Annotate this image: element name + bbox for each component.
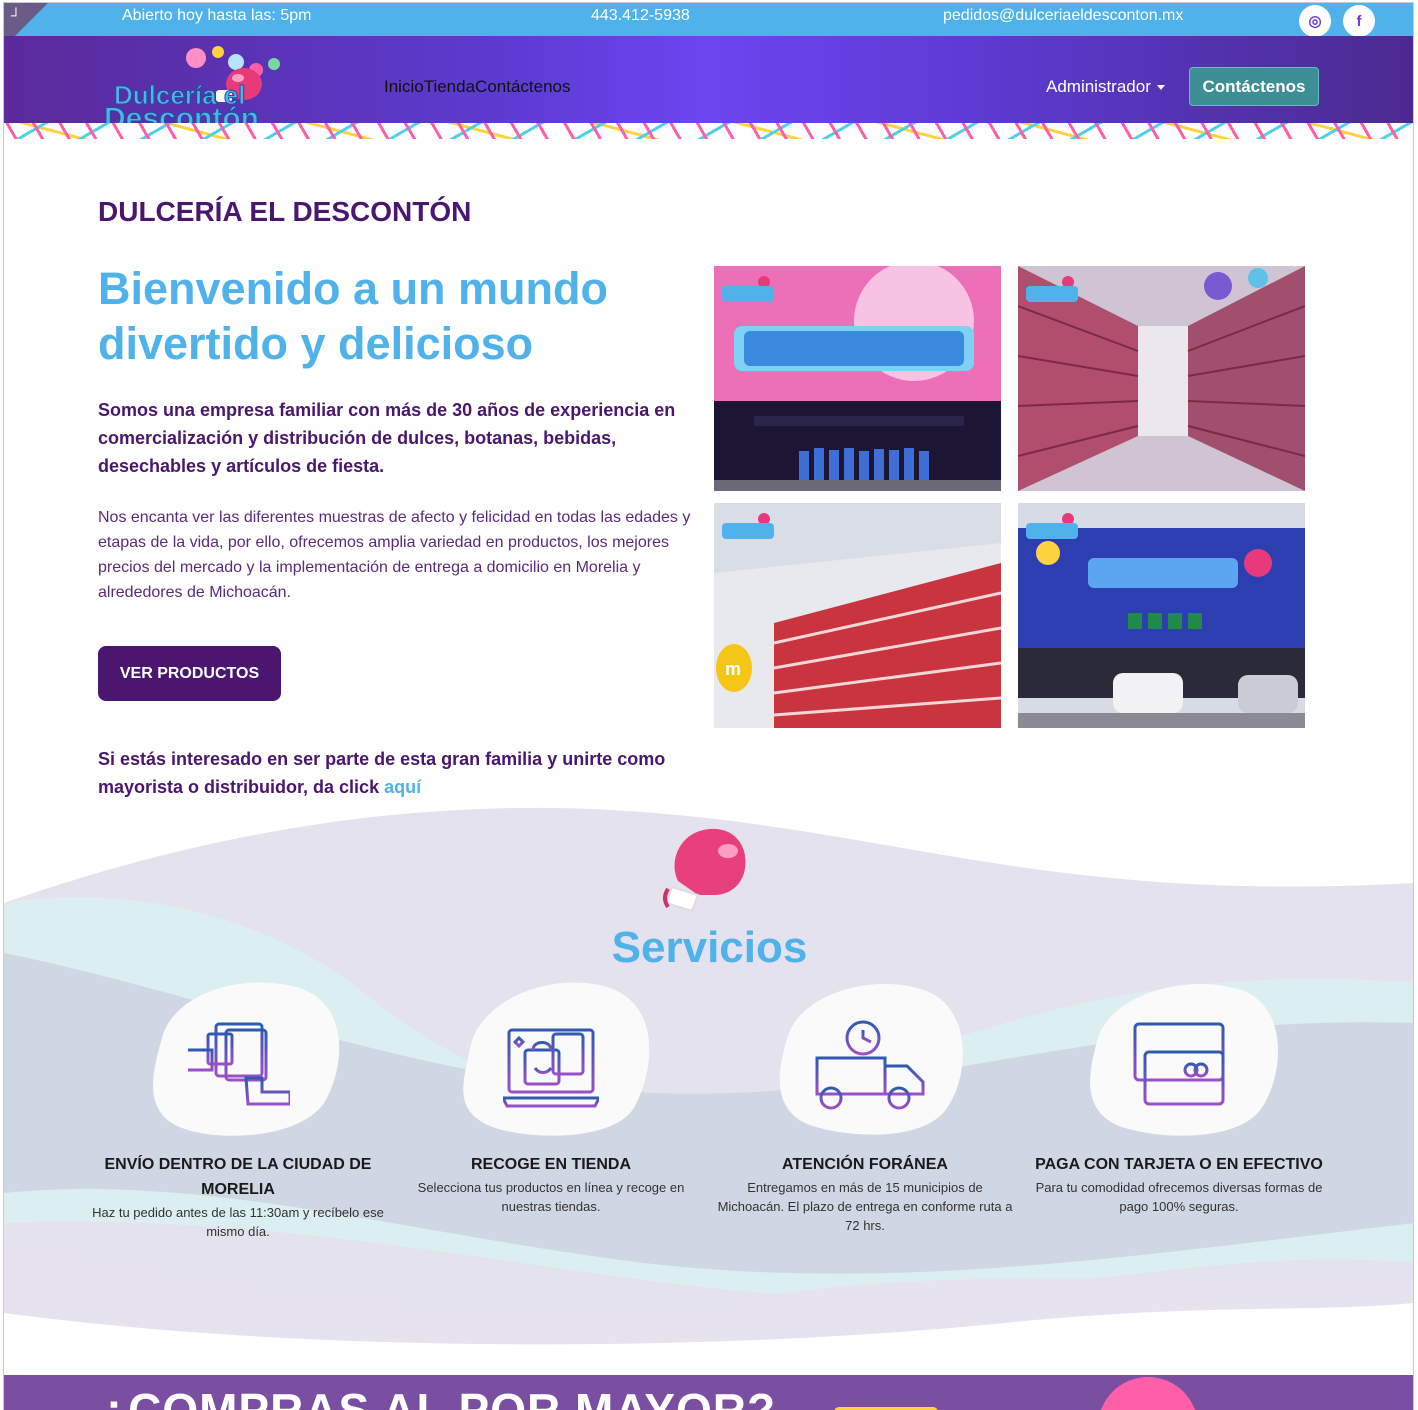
- service-card-payment: PAGA CON TARJETA O EN EFECTIVO Para tu c…: [1029, 978, 1329, 1216]
- boxing-glove-icon: [663, 828, 746, 913]
- service-text: Selecciona tus productos en línea y reco…: [417, 1180, 685, 1214]
- site-logo[interactable]: Dulcería el Descontón: [96, 42, 292, 134]
- svg-text:m: m: [725, 659, 741, 679]
- sprinkles-border: [4, 123, 1413, 139]
- page-frame: ┘ Abierto hoy hasta las: 5pm 443.412-593…: [3, 2, 1414, 1410]
- service-title: ENVÍO DENTRO DE LA CIUDAD DE MORELIA: [104, 1156, 372, 1198]
- services-title: Servicios: [611, 923, 808, 972]
- contact-button[interactable]: Contáctenos: [1189, 67, 1319, 106]
- main-navbar: Dulcería el Descontón Inicio Tienda Cont…: [4, 36, 1413, 139]
- building-photo: [1018, 503, 1305, 728]
- hero-lead: Somos una empresa familiar con más de 30…: [98, 400, 676, 476]
- aisle-photo: [1018, 266, 1305, 491]
- phone-number[interactable]: 443.412-5938: [591, 7, 690, 25]
- candy-badge-icon: [1098, 1377, 1198, 1410]
- service-text: Haz tu pedido antes de las 11:30am y rec…: [92, 1205, 384, 1239]
- service-blob: [1073, 978, 1285, 1138]
- service-blob: [132, 978, 344, 1138]
- wholesale-title: ¿COMPRAS AL POR MAYOR?: [99, 1384, 777, 1410]
- photo-logo-icon: [722, 276, 774, 302]
- storefront-photo: [714, 266, 1001, 491]
- nav-link-tienda[interactable]: Tienda: [424, 77, 475, 97]
- service-title: ATENCIÓN FORÁNEA: [782, 1156, 948, 1173]
- wholesale-invite-text: Si estás interesado en ser parte de esta…: [98, 749, 666, 797]
- hero-body: Nos encanta ver las diferentes muestras …: [98, 509, 691, 601]
- hand-delivery-icon: [188, 1022, 290, 1106]
- admin-dropdown[interactable]: Administrador: [1046, 77, 1165, 97]
- primary-nav: Inicio Tienda Contáctenos: [384, 77, 571, 97]
- store-pickup-icon: [503, 1028, 599, 1108]
- caret-down-icon: [1156, 85, 1165, 91]
- service-card-pickup: RECOGE EN TIENDA Selecciona tus producto…: [401, 978, 701, 1216]
- instagram-icon[interactable]: ◎: [1299, 5, 1331, 37]
- truck-icon: [803, 1020, 925, 1110]
- service-text: Entregamos en más de 15 municipios de Mi…: [717, 1180, 1013, 1233]
- service-blob: [759, 978, 971, 1138]
- shelves-photo: m: [714, 503, 1001, 728]
- photo-logo-icon: [1026, 513, 1078, 539]
- nav-link-inicio[interactable]: Inicio: [384, 77, 424, 97]
- service-card-foreign: ATENCIÓN FORÁNEA Entregamos en más de 15…: [715, 978, 1015, 1235]
- photo-logo-icon: [1026, 276, 1078, 302]
- service-text: Para tu comodidad ofrecemos diversas for…: [1035, 1180, 1323, 1214]
- corner-marker-icon: ┘: [11, 7, 21, 23]
- service-card-delivery: ENVÍO DENTRO DE LA CIUDAD DE MORELIA Haz…: [88, 978, 388, 1241]
- service-title: RECOGE EN TIENDA: [470, 1156, 631, 1173]
- photo-logo-icon: [722, 513, 774, 539]
- brand-heading: DULCERÍA EL DESCONTÓN: [98, 196, 472, 227]
- email-link[interactable]: pedidos@dulceriaeldesconton.mx: [943, 7, 1183, 25]
- view-products-button[interactable]: VER PRODUCTOS: [98, 646, 281, 701]
- nav-link-contactenos[interactable]: Contáctenos: [475, 77, 570, 97]
- hero-title: Bienvenido a un mundo divertido y delici…: [98, 263, 609, 369]
- credit-card-icon: [1133, 1022, 1225, 1106]
- wholesale-section: ¿COMPRAS AL POR MAYOR?: [4, 1375, 1413, 1410]
- service-title: PAGA CON TARJETA O EN EFECTIVO: [1035, 1156, 1323, 1173]
- opening-hours: Abierto hoy hasta las: 5pm: [122, 7, 312, 24]
- service-blob: [445, 978, 657, 1138]
- admin-label: Administrador: [1046, 77, 1151, 96]
- facebook-icon[interactable]: f: [1343, 5, 1375, 37]
- top-info-bar: ┘ Abierto hoy hasta las: 5pm 443.412-593…: [4, 3, 1413, 47]
